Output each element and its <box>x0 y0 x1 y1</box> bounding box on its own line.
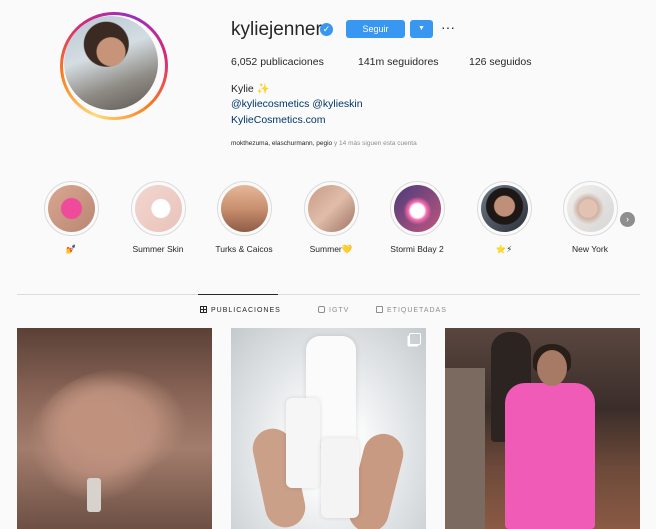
highlight-item[interactable]: ⭐⚡ <box>474 181 534 255</box>
post-image-detail <box>537 350 567 386</box>
highlight-item[interactable]: 💅 <box>41 181 101 255</box>
post-image-detail <box>37 368 187 478</box>
posts-count: 6,052 publicaciones <box>231 56 324 68</box>
multi-photo-icon <box>409 333 421 345</box>
highlight-ring <box>303 181 359 236</box>
tab-posts-label: PUBLICACIONES <box>211 307 281 314</box>
highlight-item[interactable]: Summer💛 <box>301 181 361 255</box>
highlight-item[interactable]: Stormi Bday 2 <box>387 181 447 254</box>
tab-tagged[interactable]: ETIQUETADAS <box>376 306 447 314</box>
verified-badge-icon: ✓ <box>320 23 333 36</box>
followers-count[interactable]: 141m seguidores <box>358 56 439 68</box>
highlight-label: New York <box>572 244 608 254</box>
highlight-cover <box>307 185 355 232</box>
highlight-ring <box>562 181 618 236</box>
grid-icon <box>200 306 207 313</box>
tab-igtv-label: IGTV <box>329 307 350 314</box>
tab-tagged-label: ETIQUETADAS <box>387 307 447 314</box>
highlight-cover <box>480 185 528 232</box>
website-link[interactable]: KylieCosmetics.com <box>231 114 326 126</box>
follow-button[interactable]: Seguir <box>346 20 405 38</box>
post-image-detail <box>505 383 595 529</box>
igtv-icon <box>318 306 325 313</box>
followed-by-names: mokthezuma, elaschurmann, pegio <box>231 140 333 147</box>
highlight-ring <box>476 181 532 236</box>
highlight-cover <box>220 185 268 232</box>
chevron-down-icon[interactable]: ▼ <box>410 20 433 38</box>
profile-avatar-ring[interactable] <box>60 12 168 120</box>
avatar[interactable] <box>64 16 158 110</box>
tab-igtv[interactable]: IGTV <box>318 306 349 314</box>
highlight-label: 💅 <box>65 244 77 254</box>
tab-divider <box>17 294 640 295</box>
more-icon[interactable]: ··· <box>441 20 455 34</box>
next-arrow-icon[interactable]: › <box>620 212 635 227</box>
profile-full-name: Kylie ✨ <box>231 83 270 95</box>
tab-active-indicator <box>198 294 278 295</box>
post-image-detail <box>286 398 320 488</box>
post-thumbnail[interactable] <box>17 328 212 529</box>
post-thumbnail[interactable] <box>445 328 640 529</box>
highlight-ring <box>130 181 186 236</box>
highlight-cover <box>393 185 441 232</box>
post-image-detail <box>321 438 359 518</box>
highlight-label: Summer Skin <box>132 244 184 254</box>
highlight-item[interactable]: New York <box>560 181 620 254</box>
followed-by[interactable]: mokthezuma, elaschurmann, pegio y 14 más… <box>231 140 417 147</box>
highlight-label: Summer💛 <box>309 244 353 254</box>
highlight-ring <box>389 181 445 236</box>
highlight-cover <box>134 185 182 232</box>
highlight-ring <box>43 181 99 236</box>
highlight-ring <box>216 181 272 236</box>
bio-mentions[interactable]: @kyliecosmetics @kylieskin <box>231 98 363 110</box>
followed-by-rest: y 14 más siguen esta cuenta <box>332 140 417 147</box>
following-count[interactable]: 126 seguidos <box>469 56 531 68</box>
highlight-label: Stormi Bday 2 <box>390 244 444 254</box>
post-image-detail <box>445 368 485 529</box>
tab-posts[interactable]: PUBLICACIONES <box>200 306 281 314</box>
post-thumbnail[interactable] <box>231 328 426 529</box>
highlight-label: Turks & Caicos <box>215 244 273 254</box>
highlight-cover <box>47 185 95 232</box>
post-image-detail <box>87 478 101 512</box>
profile-username: kyliejenner <box>231 19 322 40</box>
highlight-label: ⭐⚡ <box>495 244 513 254</box>
highlight-cover <box>566 185 614 232</box>
tagged-icon <box>376 306 383 313</box>
highlight-item[interactable]: Turks & Caicos <box>214 181 274 254</box>
highlight-item[interactable]: Summer Skin <box>128 181 188 254</box>
